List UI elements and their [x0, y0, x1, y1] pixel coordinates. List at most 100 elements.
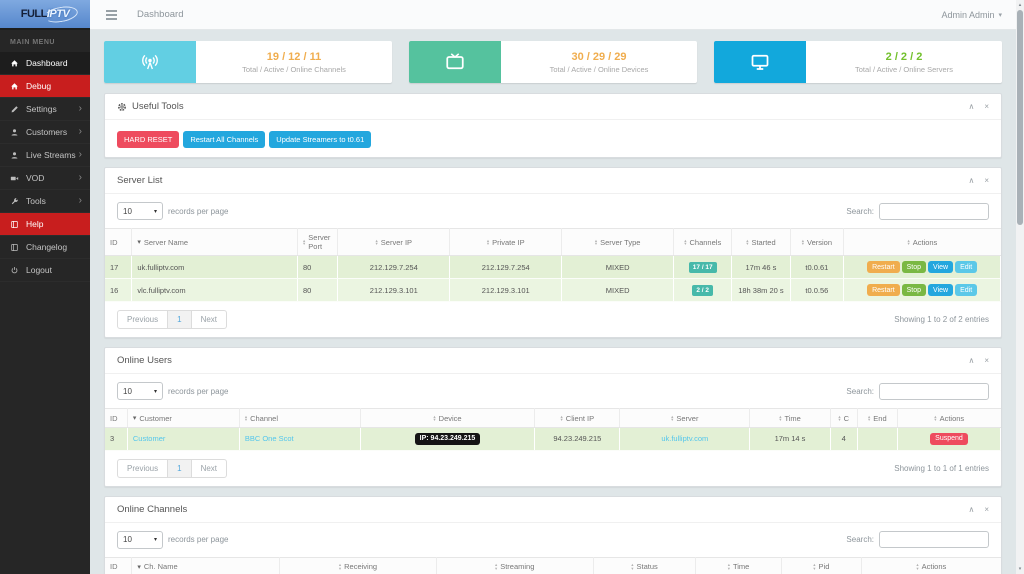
- next-page-button[interactable]: Next: [191, 310, 227, 329]
- records-per-page-select[interactable]: 10 ▾: [117, 202, 163, 220]
- column-header-id[interactable]: ID: [105, 557, 132, 574]
- column-header-name[interactable]: ▾Server Name: [132, 229, 298, 256]
- close-icon[interactable]: ×: [984, 102, 989, 111]
- next-page-button[interactable]: Next: [191, 459, 227, 478]
- collapse-icon[interactable]: ∧: [968, 505, 974, 514]
- server-list-table: ID▾Server Name▴▾Server Port▴▾Server IP▴▾…: [105, 228, 1001, 302]
- column-header-version[interactable]: ▴▾Version: [790, 229, 844, 256]
- sidebar: FULLIPTV MAIN MENU DashboardDebugSetting…: [0, 0, 90, 574]
- collapse-icon[interactable]: ∧: [968, 176, 974, 185]
- column-header-channel[interactable]: ▴▾Channel: [239, 409, 360, 428]
- column-header-time[interactable]: ▴▾Time: [696, 557, 781, 574]
- column-header-c[interactable]: ▴▾C: [830, 409, 857, 428]
- scroll-up-icon[interactable]: ▴: [1016, 2, 1024, 8]
- page-scrollbar[interactable]: ▴ ▾: [1016, 0, 1024, 574]
- column-header-receiving[interactable]: ▴▾Receiving: [280, 557, 437, 574]
- column-header-pid[interactable]: ▴▾Pid: [781, 557, 862, 574]
- suspend-button[interactable]: Suspend: [930, 433, 968, 445]
- sort-icon: ▴▾: [838, 415, 840, 422]
- update-streamers-to-t0-61-button[interactable]: Update Streamers to t0.61: [269, 131, 371, 148]
- sort-icon: ▴▾: [595, 239, 597, 246]
- server-link[interactable]: uk.fulliptv.com: [661, 434, 708, 443]
- sidebar-item-help[interactable]: Help: [0, 213, 90, 236]
- column-header-actions[interactable]: ▴▾Actions: [862, 557, 1001, 574]
- column-header-server[interactable]: ▴▾Server: [620, 409, 750, 428]
- sidebar-item-changelog[interactable]: Changelog: [0, 236, 90, 259]
- previous-page-button[interactable]: Previous: [117, 459, 168, 478]
- table-summary: Showing 1 to 2 of 2 entries: [894, 315, 989, 324]
- sidebar-item-label: Changelog: [26, 242, 82, 252]
- column-header-actions[interactable]: ▴▾Actions: [844, 229, 1001, 256]
- current-page-button[interactable]: 1: [167, 310, 191, 329]
- sidebar-item-vod[interactable]: VOD›: [0, 167, 90, 190]
- search-input[interactable]: [879, 531, 989, 548]
- scrollbar-thumb[interactable]: [1017, 10, 1023, 225]
- edit-button[interactable]: Edit: [955, 261, 977, 273]
- column-header-ip[interactable]: ▴▾Server IP: [338, 229, 450, 256]
- customer-link[interactable]: Customer: [133, 434, 166, 443]
- current-page-button[interactable]: 1: [167, 459, 191, 478]
- collapse-icon[interactable]: ∧: [968, 356, 974, 365]
- column-header-name[interactable]: ▾Ch. Name: [132, 557, 280, 574]
- stop-button[interactable]: Stop: [902, 261, 926, 273]
- stop-button[interactable]: Stop: [902, 284, 926, 296]
- sort-icon: ▴▾: [746, 239, 748, 246]
- home-icon: [10, 59, 23, 68]
- sidebar-item-debug[interactable]: Debug: [0, 75, 90, 98]
- restart-button[interactable]: Restart: [867, 284, 900, 296]
- previous-page-button[interactable]: Previous: [117, 310, 168, 329]
- stat-card: 2 / 2 / 2Total / Active / Online Servers: [714, 41, 1002, 83]
- records-per-page-select[interactable]: 10 ▾: [117, 531, 163, 549]
- sort-desc-icon: ▾: [137, 563, 141, 571]
- column-header-type[interactable]: ▴▾Server Type: [562, 229, 674, 256]
- sidebar-toggle-icon[interactable]: [102, 6, 121, 24]
- sidebar-item-live-streams[interactable]: Live Streams›: [0, 144, 90, 167]
- column-header-port[interactable]: ▴▾Server Port: [298, 229, 338, 256]
- column-header-id[interactable]: ID: [105, 409, 127, 428]
- column-header-status[interactable]: ▴▾Status: [593, 557, 696, 574]
- column-header-client_ip[interactable]: ▴▾Client IP: [535, 409, 620, 428]
- useful-tools-panel: Useful Tools ∧ × HARD RESETRestart All C…: [104, 93, 1002, 158]
- view-button[interactable]: View: [928, 261, 953, 273]
- sidebar-item-settings[interactable]: Settings›: [0, 98, 90, 121]
- sidebar-item-tools[interactable]: Tools›: [0, 190, 90, 213]
- hard-reset-button[interactable]: HARD RESET: [117, 131, 179, 148]
- column-header-started[interactable]: ▴▾Started: [732, 229, 790, 256]
- scroll-down-icon[interactable]: ▾: [1016, 566, 1024, 572]
- sidebar-item-logout[interactable]: Logout: [0, 259, 90, 282]
- column-header-time[interactable]: ▴▾Time: [750, 409, 831, 428]
- stat-label: Total / Active / Online Servers: [855, 65, 953, 74]
- edit-button[interactable]: Edit: [955, 284, 977, 296]
- column-header-streaming[interactable]: ▴▾Streaming: [436, 557, 593, 574]
- search-input[interactable]: [879, 383, 989, 400]
- close-icon[interactable]: ×: [984, 356, 989, 365]
- column-header-private_ip[interactable]: ▴▾Private IP: [450, 229, 562, 256]
- panel-header: Server List ∧ ×: [105, 168, 1001, 194]
- column-header-id[interactable]: ID: [105, 229, 132, 256]
- home-icon: [10, 82, 23, 91]
- panel-header: Online Channels ∧ ×: [105, 497, 1001, 523]
- column-header-customer[interactable]: ▾Customer: [127, 409, 239, 428]
- user-menu[interactable]: Admin Admin ▾: [941, 10, 1002, 20]
- channel-link[interactable]: BBC One Scot: [245, 434, 294, 443]
- view-button[interactable]: View: [928, 284, 953, 296]
- column-header-device[interactable]: ▴▾Device: [360, 409, 535, 428]
- pagination: Previous 1 Next: [117, 310, 227, 329]
- restart-button[interactable]: Restart: [867, 261, 900, 273]
- search-input[interactable]: [879, 203, 989, 220]
- restart-all-channels-button[interactable]: Restart All Channels: [183, 131, 265, 148]
- column-header-channels[interactable]: ▴▾Channels: [674, 229, 732, 256]
- sidebar-item-customers[interactable]: Customers›: [0, 121, 90, 144]
- cell-ip: 212.129.7.254: [338, 256, 450, 279]
- user-icon: [10, 151, 23, 160]
- table-row: 3CustomerBBC One ScotIP: 94.23.249.21594…: [105, 427, 1001, 450]
- column-header-end[interactable]: ▴▾End: [857, 409, 897, 428]
- records-per-page-select[interactable]: 10 ▾: [117, 382, 163, 400]
- close-icon[interactable]: ×: [984, 176, 989, 185]
- column-header-actions[interactable]: ▴▾Actions: [897, 409, 1000, 428]
- pencil-icon: [10, 105, 23, 114]
- collapse-icon[interactable]: ∧: [968, 102, 974, 111]
- sidebar-item-dashboard[interactable]: Dashboard: [0, 52, 90, 75]
- close-icon[interactable]: ×: [984, 505, 989, 514]
- topbar: Dashboard Admin Admin ▾: [90, 0, 1016, 30]
